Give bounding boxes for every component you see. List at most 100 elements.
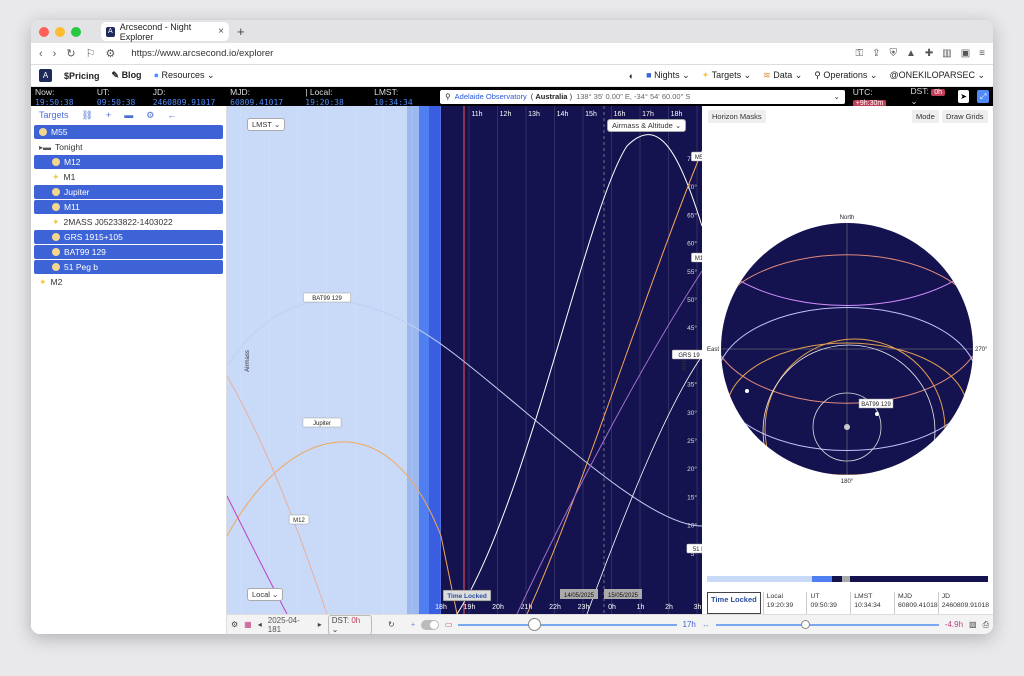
top-tick-label: 13h [528,111,540,118]
target-item[interactable]: ▸▬ Tonight [34,140,223,154]
back-icon[interactable]: ‹ [39,48,43,60]
nav-targets[interactable]: ✦ Targets ⌄ [702,70,751,81]
extension-icon[interactable]: ▲ [906,48,916,59]
next-day-icon[interactable]: ▸ [318,620,322,629]
settings-icon[interactable]: ⚙ [231,620,238,629]
minimize-window-icon[interactable] [55,26,65,37]
target-dot-icon [52,158,60,166]
bottom-axis-select[interactable]: Local ⌄ [247,588,284,601]
arcsecond-home-icon[interactable]: A [39,69,52,82]
airmass-chart-svg[interactable]: 11h 12h 13h 14h 15h 16h 17h 18h18h 19h 20h 21h 22h 2… [227,106,702,614]
target-dot-icon [52,203,60,211]
nav-pricing[interactable]: $Pricing [64,71,100,81]
target-dot-icon [39,128,47,136]
arcsecond-logo-icon: A [106,26,115,37]
time-locked-button[interactable]: Time Locked [707,592,761,614]
wallet-icon[interactable]: ▣ [961,48,970,59]
utc-offset: UTC: +9h:30m [852,87,903,107]
time-span-slider-thumb[interactable] [528,617,542,631]
reload-icon[interactable]: ↻ [66,47,75,60]
collapse-icon[interactable]: ← [167,110,176,120]
curve-label: 51 P [686,543,702,554]
nav-blog[interactable]: ✎ Blog [112,70,142,81]
share-icon[interactable]: ⇪ [872,48,880,59]
image-icon[interactable]: ▧ [969,620,977,629]
nav-data-label: Data [773,70,793,80]
target-item-label: M2 [50,277,63,287]
link-icon[interactable]: ⛓ [82,110,93,121]
browser-tab[interactable]: A Arcsecond - Night Explorer × [101,22,229,42]
dst-select[interactable]: DST: 0h ⌄ [327,614,373,634]
forward-icon[interactable]: › [53,48,57,60]
target-list: M55 ▸▬ Tonight M12 ✦ M1 Jupiter M11 ✦ 2MASS J0523… [31,125,226,289]
nav-operations[interactable]: ⚲ Operations ⌄ [814,70,877,81]
new-tab-icon[interactable]: + [237,24,245,39]
mode-select[interactable]: Airmass & Altitude ⌄ [607,119,687,132]
shield-icon[interactable]: ⛨ [889,48,897,59]
target-item[interactable]: ✦ 2MASS J05233822-1403022 [34,215,223,229]
observatory-select[interactable]: ⚲ Adelaide Observatory ( Australia ) 138… [440,89,845,104]
add-icon[interactable]: + [106,110,111,120]
nav-data[interactable]: ≋ Data ⌄ [763,70,802,81]
nav-user[interactable]: @ONEKILOPARSEC ⌄ [889,70,985,81]
sky-map-svg[interactable]: BAT99 129 North East 270° 180° [702,106,993,586]
puzzle-icon[interactable]: ✚ [925,48,933,59]
add-icon[interactable]: + [411,620,416,629]
toggle-switch[interactable] [421,619,439,630]
target-item[interactable]: M11 [34,200,223,214]
dst-readout[interactable]: DST: 0h ⌄ [910,86,949,107]
bottom-tick-label: 22h [549,604,561,611]
url-field[interactable]: https://www.arcsecond.io/explorer [131,48,845,59]
target-item[interactable]: M55 [34,125,223,139]
offset-value: -4.9h [944,620,964,629]
top-tick-label: 18h [671,111,683,118]
sky-view[interactable]: Horizon Masks Mode Draw Grids BAT99 129 N… [702,106,993,614]
settings-icon[interactable]: ⚙ [146,110,154,121]
offset-slider[interactable] [715,619,939,629]
time-info-panel: Time Locked Local 19:20:39 UT 09:50:39 LMS… [707,592,989,614]
target-dot-icon [52,263,60,271]
reset-icon[interactable]: ↻ [388,620,395,629]
target-item[interactable]: ✦ M1 [34,170,223,184]
fullscreen-icon[interactable]: ⤢ [977,90,989,103]
zoom-window-icon[interactable] [71,26,81,37]
targets-sidebar: Targets ⛓ + ▬ ⚙ ← M55 ▸▬ Tonight M12 ✦ M1 Jupi… [31,106,227,634]
close-window-icon[interactable] [39,26,49,37]
prev-day-icon[interactable]: ◂ [258,620,262,629]
compass-label: East [707,347,719,353]
offset-slider-thumb[interactable] [800,619,810,629]
folder-icon[interactable]: ▬ [124,110,133,120]
target-item[interactable]: 51 Peg b [34,260,223,274]
menu-icon[interactable]: ≡ [979,48,985,59]
airmass-chart[interactable]: 11h 12h 13h 14h 15h 16h 17h 18h 18h 19h 20h 21h 22h 2… [227,106,702,614]
south-pole-marker [844,424,850,430]
bat99-position [875,412,879,416]
night-band [441,106,702,614]
bookmark-icon[interactable]: ⚐ [86,47,96,60]
theme-toggle-icon[interactable]: ◐ [629,71,634,81]
nav-resources[interactable]: ● Resources ⌄ [154,70,215,81]
span-value: 17h [682,620,696,629]
target-item[interactable]: M12 [34,155,223,169]
timeline-bar: ⚙ ▦ ◂ 2025-04-181 ▸ DST: 0h ⌄ ↻ + ▭ 17h … [227,614,993,634]
curve-label-text: M5 [695,155,702,161]
locate-icon[interactable]: ➤ [957,90,970,103]
target-item[interactable]: Jupiter [34,185,223,199]
targets-icon: ✦ [701,70,710,80]
target-item[interactable]: BAT99 129 [34,245,223,259]
target-item[interactable]: ✦ M2 [34,275,223,289]
time-span-slider[interactable] [458,617,677,631]
close-tab-icon[interactable]: × [218,26,224,37]
top-axis-select[interactable]: LMST ⌄ [247,118,286,131]
date-field[interactable]: 2025-04-181 [268,616,312,634]
key-icon[interactable]: ⚿ [855,48,863,59]
target-item-label: M11 [64,202,80,212]
altitude-tick-label: 35° [687,381,697,389]
print-icon[interactable]: ⎙ [983,620,989,630]
compass-label: 270° [975,347,988,353]
nav-nights[interactable]: ■ Nights ⌄ [646,70,690,81]
sidebar-icon[interactable]: ▥ [942,48,951,59]
observatory-coords: 138° 35' 0.00" E, -34° 54' 60.00" S [576,92,691,101]
site-settings-icon[interactable]: ⚙ [105,47,115,60]
target-item[interactable]: GRS 1915+105 [34,230,223,244]
